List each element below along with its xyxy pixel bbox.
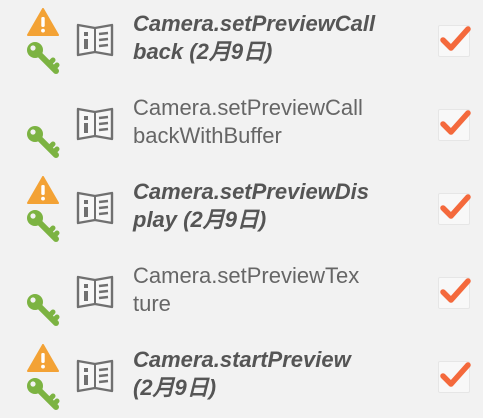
checkmark-icon [437, 20, 473, 56]
api-list: Camera.setPreviewCall back (2月9日) Camera… [0, 0, 483, 418]
book-icon[interactable] [76, 106, 114, 142]
list-item[interactable]: Camera.setPreviewTex ture [0, 250, 483, 334]
book-icon[interactable] [76, 274, 114, 310]
list-item[interactable]: Camera.setPreviewCall backWithBuffer [0, 82, 483, 166]
warning-icon [27, 8, 59, 36]
checkmark-icon [437, 104, 473, 140]
item-checkbox[interactable] [438, 277, 471, 309]
item-checkbox[interactable] [438, 361, 471, 393]
key-icon [25, 292, 61, 326]
item-label: Camera.setPreviewCall backWithBuffer [133, 95, 363, 148]
item-checkbox[interactable] [438, 25, 471, 57]
item-checkbox[interactable] [438, 193, 471, 225]
list-item[interactable]: Camera.startPreview (2月9日) [0, 334, 483, 418]
item-label: Camera.setPreviewDis play (2月9日) [133, 179, 370, 232]
key-icon [25, 376, 61, 410]
item-label: Camera.startPreview (2月9日) [133, 347, 351, 400]
checkmark-icon [437, 356, 473, 392]
warning-icon [27, 176, 59, 204]
warning-icon [27, 344, 59, 372]
item-label: Camera.setPreviewTex ture [133, 263, 360, 316]
list-item[interactable]: Camera.setPreviewDis play (2月9日) [0, 166, 483, 250]
book-icon[interactable] [76, 22, 114, 58]
checkmark-icon [437, 188, 473, 224]
key-icon [25, 124, 61, 158]
key-icon [25, 40, 61, 74]
list-item[interactable]: Camera.setPreviewCall back (2月9日) [0, 0, 483, 82]
key-icon [25, 208, 61, 242]
book-icon[interactable] [76, 358, 114, 394]
checkmark-icon [437, 272, 473, 308]
item-label: Camera.setPreviewCall back (2月9日) [133, 11, 376, 64]
item-checkbox[interactable] [438, 109, 471, 141]
book-icon[interactable] [76, 190, 114, 226]
